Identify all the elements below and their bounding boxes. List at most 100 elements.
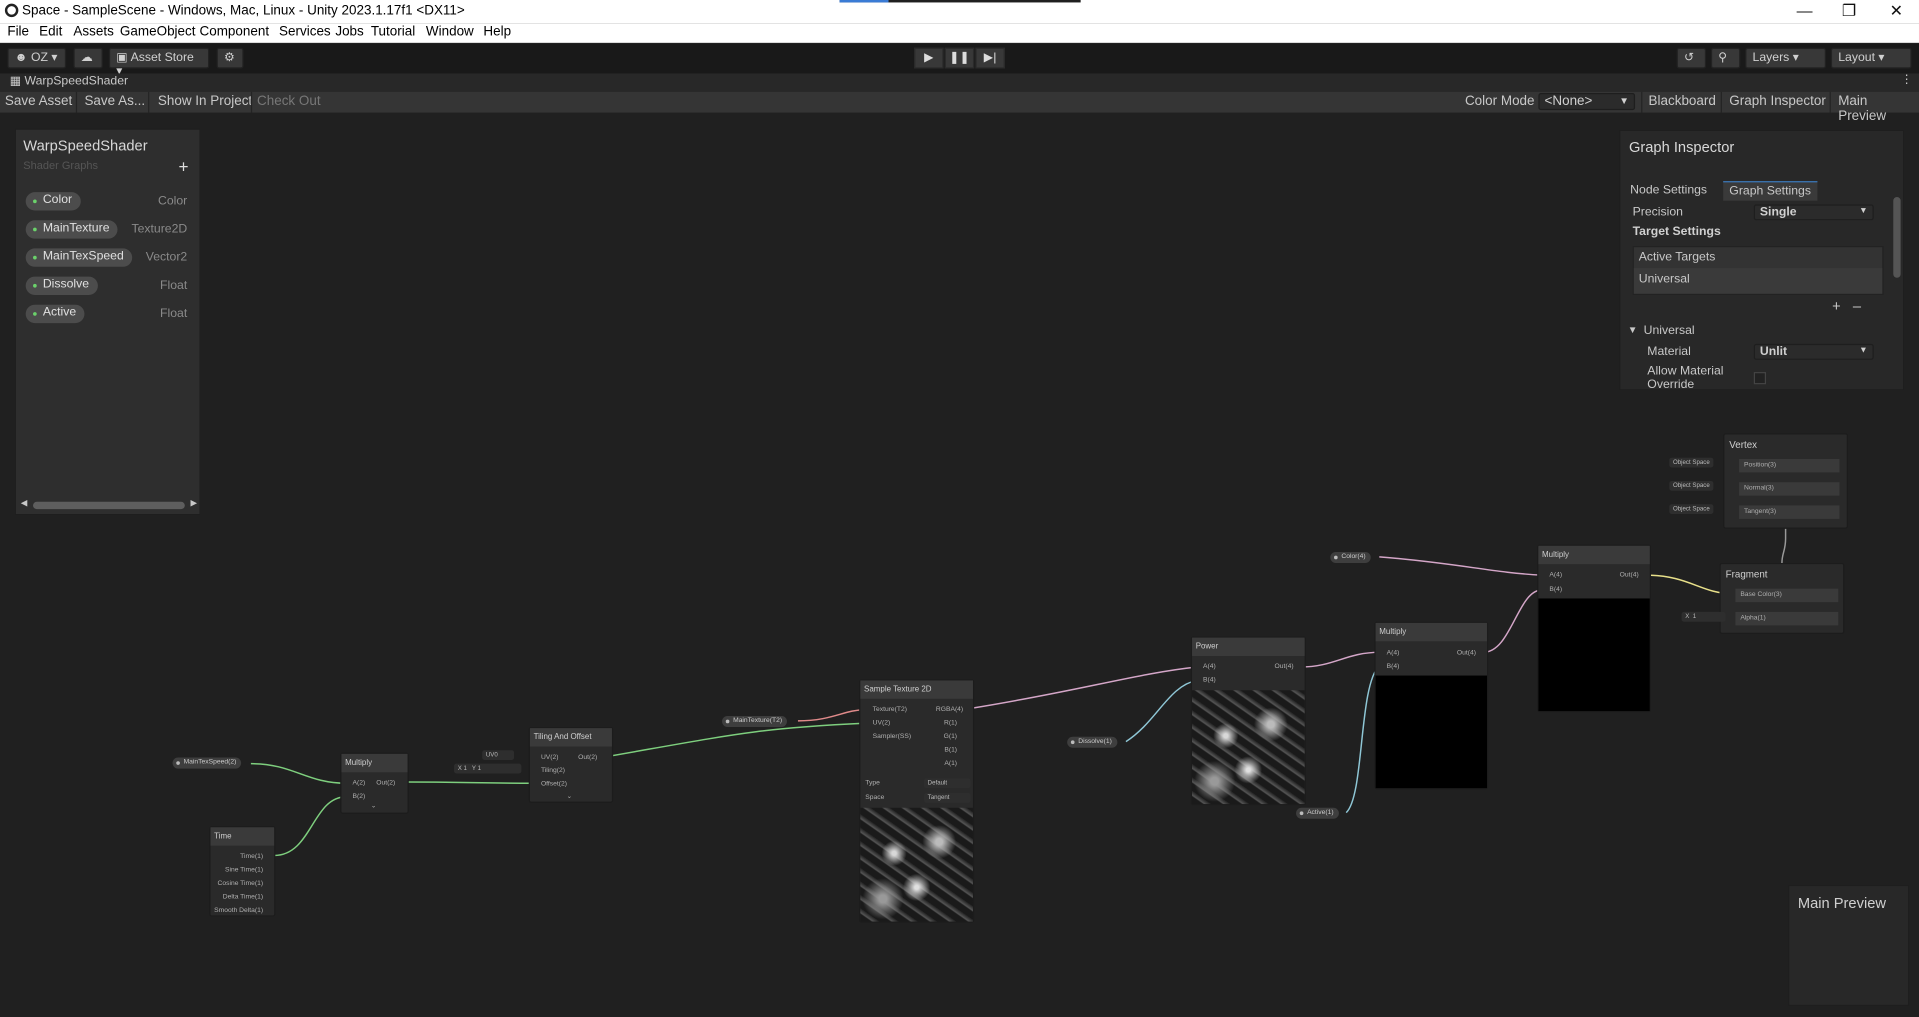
port-out[interactable]: Out(2) [376,780,395,787]
fragment-node[interactable]: Fragment Base Color(3) Alpha(1) [1719,562,1845,634]
property-active[interactable]: Active [25,304,85,324]
blackboard-panel: WarpSpeedShader Shader Graphs + Color Co… [14,128,201,516]
expand-icon[interactable]: ⌄ [567,793,573,800]
main-preview-panel[interactable]: Main Preview [1788,884,1910,1006]
port-a[interactable]: A(4) [1203,663,1216,670]
tiling-offset-node[interactable]: Tiling And Offset UV(2) Tiling(2) Offset… [528,726,614,803]
tab-graph-settings[interactable]: Graph Settings [1723,181,1818,201]
port-rgba[interactable]: RGBA(4) [936,706,963,713]
node-title: Power [1192,637,1305,656]
blackboard-scrollbar[interactable]: ◀ ▶ [21,498,197,511]
port-a[interactable]: A(1) [944,760,957,767]
scroll-left-icon[interactable]: ◀ [21,498,28,508]
type-dropdown[interactable]: Default [924,778,971,789]
target-item-label: Universal [1638,272,1690,287]
port-position[interactable]: Position(3) [1739,458,1840,473]
port-a[interactable]: A(4) [1387,650,1400,657]
precision-value: Single [1759,205,1797,220]
port-out[interactable]: Out(4) [1275,663,1294,670]
space-object[interactable]: Object Space [1669,457,1714,468]
property-type: Texture2D [131,222,188,237]
space-object[interactable]: Object Space [1669,480,1714,491]
port-tiling[interactable]: Tiling(2) [541,767,565,774]
port-tangent[interactable]: Tangent(3) [1739,505,1840,519]
sample-texture-node[interactable]: Sample Texture 2D Texture(T2) UV(2) Samp… [859,679,975,923]
edge-multiply-tiling [403,781,534,784]
collapse-icon[interactable]: ▼ [1628,324,1638,335]
property-type: Color [157,194,188,209]
prop-node-maintexspeed[interactable]: MainTexSpeed(2) [172,757,242,769]
graph-inspector-panel: Graph Inspector Node Settings Graph Sett… [1619,129,1905,392]
edge-maintex-sample [797,709,865,722]
port-out[interactable]: Out(2) [578,754,597,761]
add-property-icon[interactable]: + [178,157,188,177]
power-node[interactable]: Power A(4) B(4) Out(4) [1190,636,1306,806]
main-preview-title: Main Preview [1797,894,1886,912]
time-node[interactable]: Time Time(1) Sine Time(1) Cosine Time(1)… [209,826,276,917]
multiply-node-left[interactable]: Multiply A(2) B(2) Out(2) ⌄ [340,752,409,814]
port-b[interactable]: B(2) [352,793,365,800]
port-cosine-time[interactable]: Cosine Time(1) [217,880,263,887]
tab-node-settings[interactable]: Node Settings [1624,181,1713,201]
property-maintexture[interactable]: MainTexture [25,220,119,239]
port-b[interactable]: B(4) [1203,677,1216,684]
port-offset[interactable]: Offset(2) [541,781,567,788]
scroll-thumb[interactable] [33,501,185,510]
port-time[interactable]: Time(1) [240,853,263,860]
port-b[interactable]: B(1) [944,747,957,754]
scroll-thumb[interactable] [1893,197,1901,278]
port-sampler[interactable]: Sampler(SS) [873,733,912,740]
multiply-node-mid[interactable]: Multiply A(4) B(4) Out(4) [1374,621,1489,790]
scroll-right-icon[interactable]: ▶ [190,498,197,508]
add-target-icon[interactable]: + [1832,297,1841,314]
material-label: Material [1647,345,1691,359]
space-object[interactable]: Object Space [1669,504,1714,515]
prop-node-active[interactable]: Active(1) [1296,807,1339,819]
node-preview [1375,675,1487,789]
prop-node-color[interactable]: Color(4) [1330,551,1371,563]
port-g[interactable]: G(1) [944,733,957,740]
port-smooth-delta[interactable]: Smooth Delta(1) [214,907,263,914]
universal-section[interactable]: Universal [1644,324,1695,337]
prop-node-dissolve[interactable]: Dissolve(1) [1067,736,1117,748]
property-name: Dissolve [42,277,90,292]
port-out[interactable]: Out(4) [1620,572,1639,579]
node-preview [1192,690,1305,805]
active-targets-list: Active Targets Universal [1632,245,1884,295]
port-b[interactable]: B(4) [1387,663,1400,670]
x-label: X [1685,613,1690,621]
tiling-input[interactable]: X 1 Y 1 [454,763,522,774]
space-dropdown[interactable]: Tangent [924,793,971,803]
port-a[interactable]: A(2) [352,780,365,787]
alpha-input[interactable]: X 1 [1681,611,1726,622]
node-preview [1538,598,1650,712]
port-uv[interactable]: UV(2) [541,754,559,761]
precision-dropdown[interactable]: Single ▼ [1753,204,1874,221]
edge-tiling-sample [608,722,865,758]
inspector-scrollbar[interactable] [1892,182,1902,388]
port-texture[interactable]: Texture(T2) [873,706,907,713]
allow-override-checkbox[interactable] [1753,372,1767,385]
remove-target-icon[interactable]: – [1853,297,1861,314]
port-sine-time[interactable]: Sine Time(1) [225,866,263,873]
port-delta-time[interactable]: Delta Time(1) [223,893,263,900]
target-item[interactable]: Universal [1633,268,1883,294]
property-dissolve[interactable]: Dissolve [25,276,98,295]
node-title: Vertex [1729,439,1758,451]
uv-channel-dropdown[interactable]: UV0 [482,750,515,760]
prop-node-maintexture[interactable]: MainTexture(T2) [722,715,787,727]
property-maintexspeed[interactable]: MainTexSpeed [25,248,133,267]
expand-icon[interactable]: ⌄ [371,803,377,810]
port-uv[interactable]: UV(2) [873,720,891,727]
port-alpha[interactable]: Alpha(1) [1735,611,1839,626]
property-color[interactable]: Color [25,192,81,211]
port-a[interactable]: A(4) [1549,572,1562,579]
multiply-node-final[interactable]: Multiply A(4) B(4) Out(4) [1537,544,1651,713]
port-r[interactable]: R(1) [944,720,957,727]
port-b[interactable]: B(4) [1549,586,1562,593]
vertex-node[interactable]: Vertex Position(3) Normal(3) Tangent(3) [1723,433,1849,529]
port-normal[interactable]: Normal(3) [1739,482,1840,496]
material-dropdown[interactable]: Unlit ▼ [1753,343,1874,360]
port-base-color[interactable]: Base Color(3) [1735,588,1839,603]
port-out[interactable]: Out(4) [1457,650,1476,657]
